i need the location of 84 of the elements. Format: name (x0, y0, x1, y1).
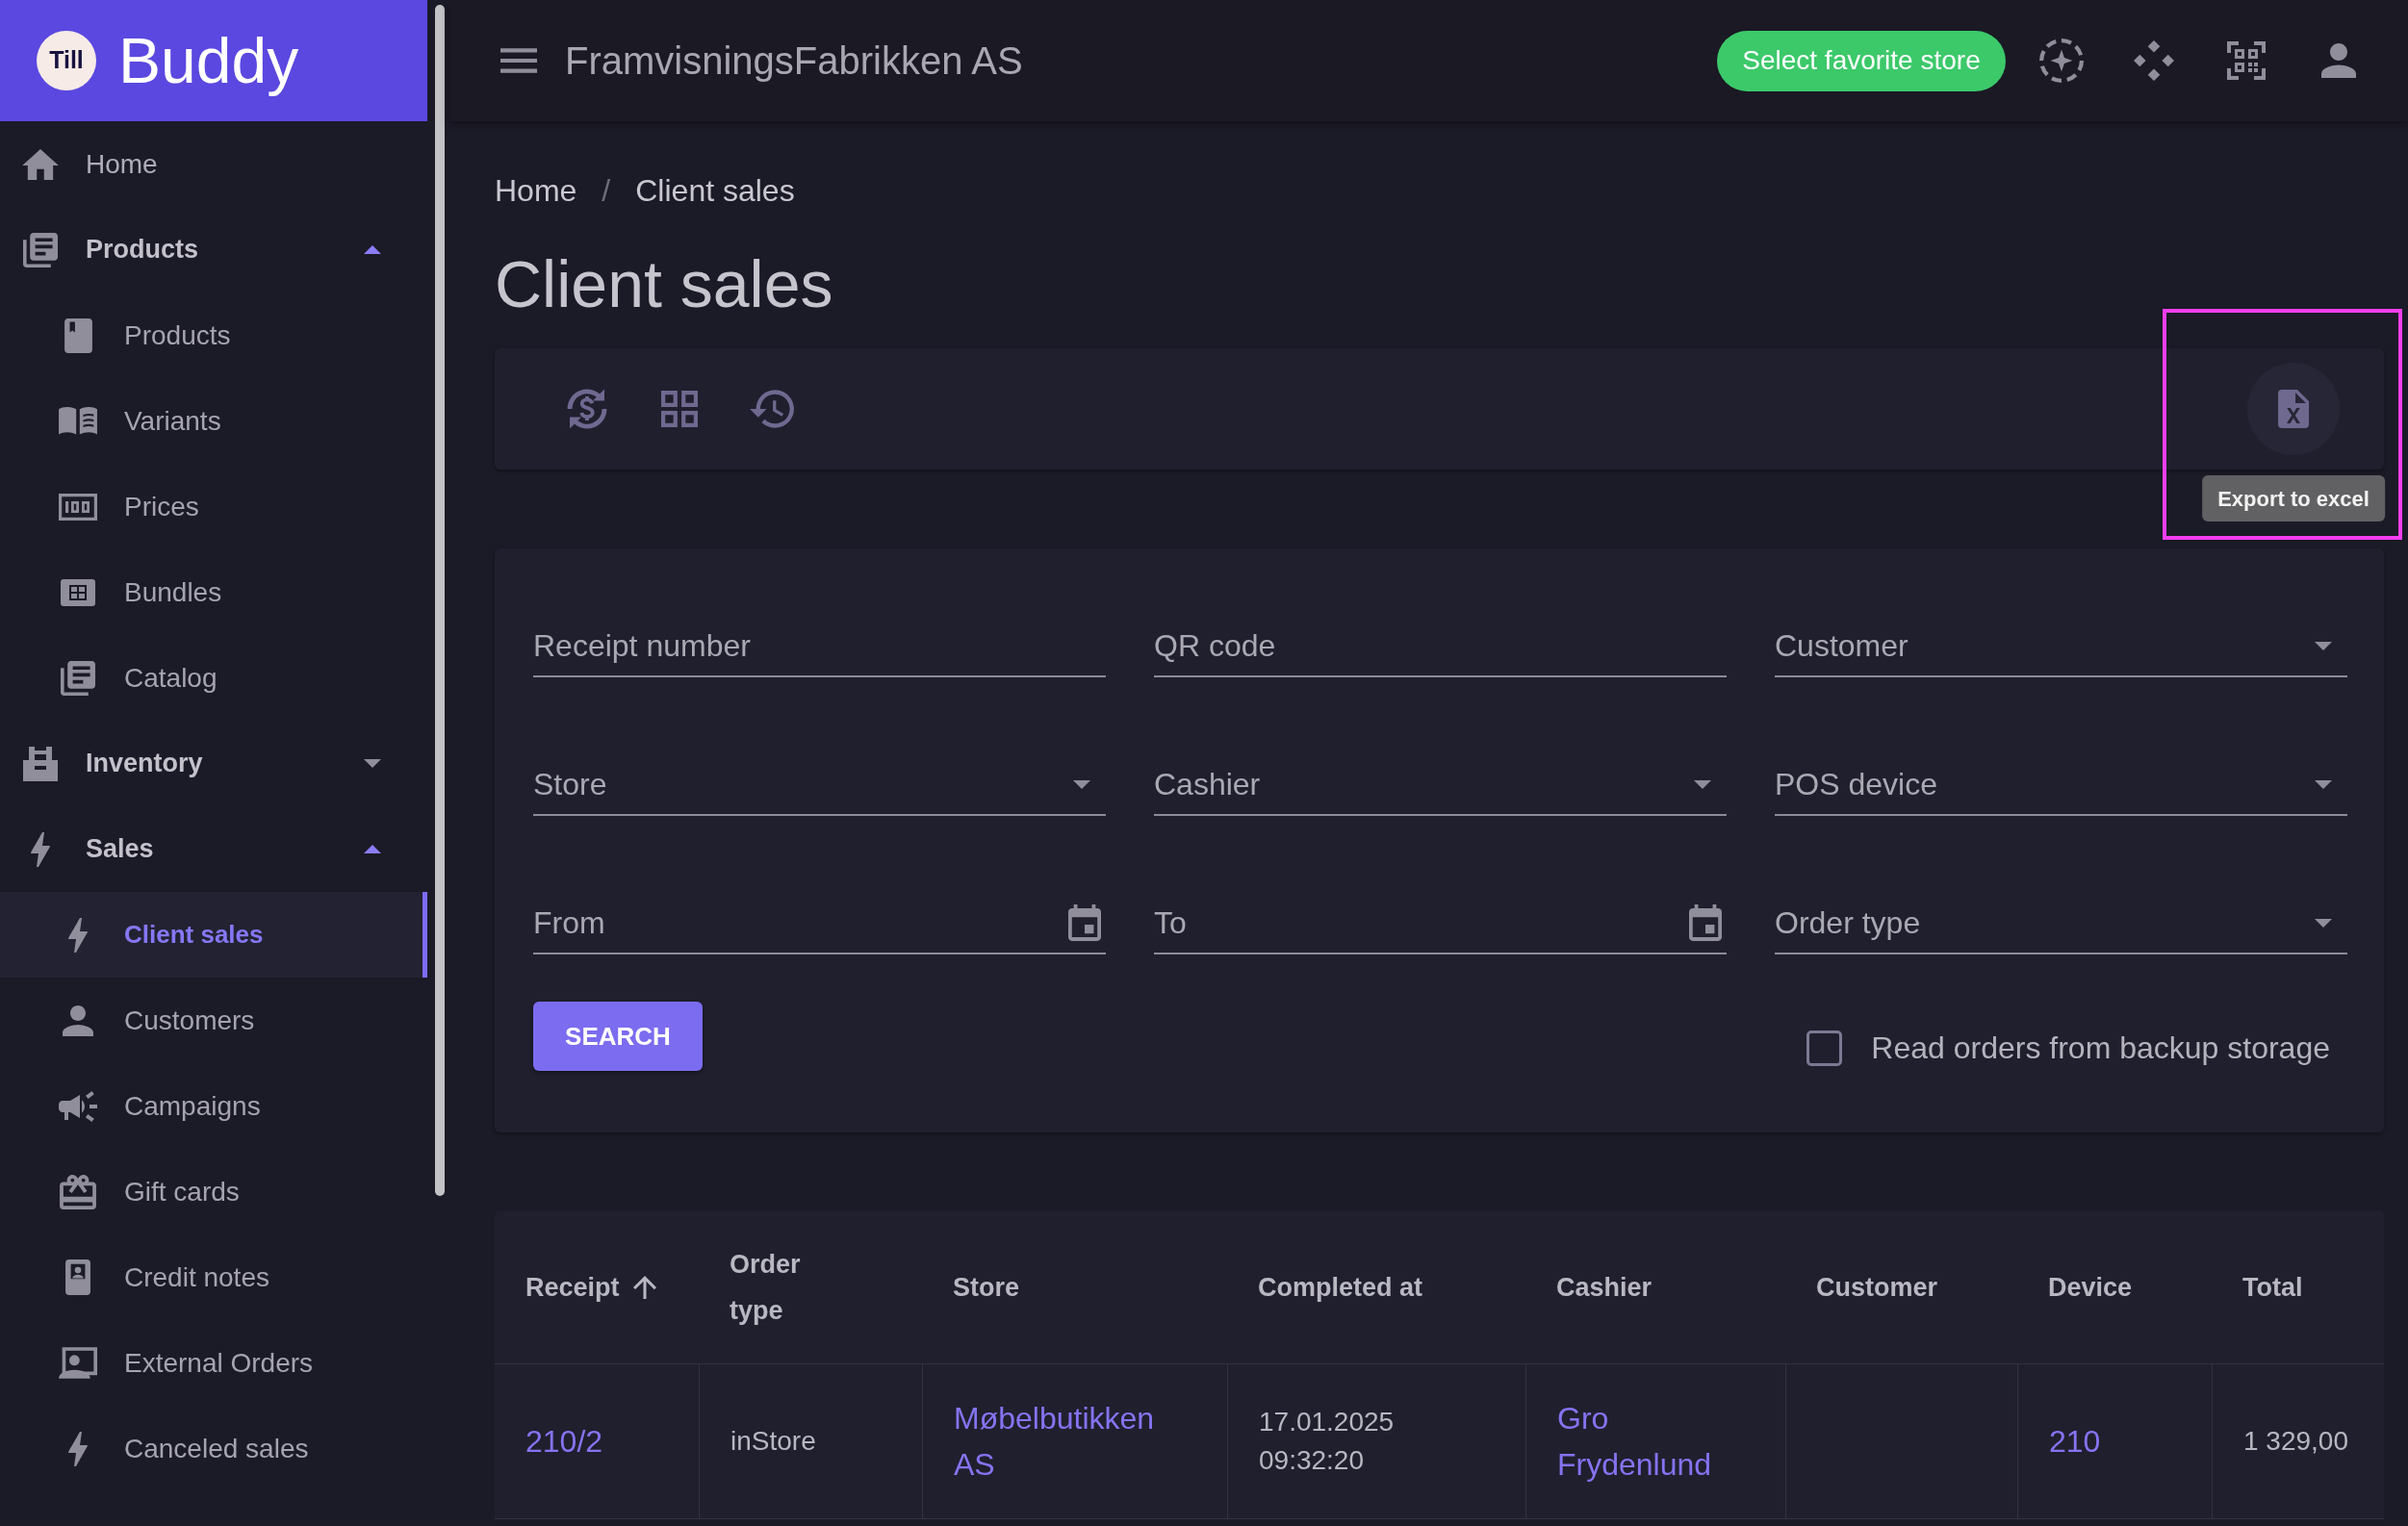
search-button[interactable]: SEARCH (533, 1002, 703, 1071)
gift-card-icon (60, 1174, 96, 1209)
sidebar-item[interactable]: Gift cards (0, 1149, 427, 1234)
spreadsheet-file-icon (2278, 390, 2309, 428)
select-field[interactable]: POS device (1775, 754, 2347, 816)
caret-down-icon (2315, 918, 2332, 928)
cell-text: inStore (730, 1425, 816, 1458)
sidebar-item[interactable]: Credit notes (0, 1234, 427, 1320)
sidebar-item[interactable]: External Orders (0, 1320, 427, 1406)
sidebar-item[interactable]: Customers (0, 978, 427, 1063)
grid-view-icon[interactable] (661, 391, 698, 427)
app-name: Buddy (118, 24, 299, 98)
sidebar-item[interactable]: Prices (0, 464, 427, 549)
home-icon (22, 148, 59, 180)
diamonds-icon[interactable] (2134, 40, 2174, 81)
id-card-icon (65, 1259, 90, 1295)
money-icon (59, 493, 97, 521)
qr-code-icon[interactable] (2227, 41, 2266, 80)
column-header[interactable]: Store (953, 1263, 1020, 1310)
company-name: FramvisningsFabrikken AS (565, 38, 1023, 84)
documents-icon (23, 232, 58, 267)
bolt-icon (68, 1431, 88, 1466)
breadcrumb-current: Client sales (635, 172, 795, 210)
sidebar-item[interactable]: Home (0, 121, 427, 207)
book-icon (64, 318, 92, 353)
history-icon[interactable] (750, 390, 794, 428)
caret-down-icon (2315, 641, 2332, 650)
date-field[interactable]: To (1154, 893, 1727, 954)
sidebar-item[interactable]: Products (0, 207, 427, 292)
cell-link[interactable]: 210/2 (525, 1418, 603, 1464)
column-header[interactable]: Receipt (525, 1263, 656, 1310)
megaphone-icon (59, 1090, 97, 1122)
sidebar-item[interactable]: Bundles (0, 549, 427, 635)
caret-down-icon (1694, 779, 1711, 789)
sidebar-item[interactable]: Canceled sales (0, 1406, 427, 1491)
sidebar-item[interactable]: Catalog (0, 635, 427, 721)
column-header[interactable]: Total (2242, 1263, 2303, 1310)
bolt-icon (68, 917, 88, 953)
cell-text: 17.01.2025 09:32:20 (1259, 1406, 1396, 1477)
column-header[interactable]: Cashier (1556, 1263, 1652, 1310)
select-field[interactable]: Store (533, 754, 1106, 816)
tooltip: Export to excel (2202, 475, 2385, 521)
cell-text: 1 329,00 (2243, 1425, 2348, 1458)
checkbox-label: Read orders from backup storage (1871, 1030, 2330, 1067)
column-header[interactable]: Customer (1816, 1263, 1938, 1310)
text-field[interactable]: QR code (1154, 616, 1727, 677)
open-book-icon (59, 407, 97, 435)
caret-down-icon (2315, 779, 2332, 789)
arrow-up-icon (632, 1275, 656, 1299)
sidebar-item[interactable]: Client sales (0, 892, 427, 978)
date-field[interactable]: From (533, 893, 1106, 954)
person-frame-icon (59, 1347, 97, 1379)
select-field[interactable]: Order type (1775, 893, 2347, 954)
select-field[interactable]: Customer (1775, 616, 2347, 677)
sidebar-item[interactable]: Sales (0, 806, 427, 892)
page-title: Client sales (495, 246, 834, 322)
menu-icon[interactable] (500, 48, 537, 73)
calendar-icon (1689, 904, 1722, 941)
cell-link[interactable]: Gro Frydenlund (1557, 1395, 1740, 1488)
breadcrumb-link[interactable]: Home (495, 167, 577, 214)
caret-down-icon (1073, 779, 1090, 789)
box-icon (23, 746, 58, 781)
grid-tile-icon (61, 578, 95, 606)
breadcrumb-separator: / (602, 172, 611, 210)
column-header[interactable]: Device (2048, 1263, 2133, 1310)
person-icon (63, 1005, 93, 1036)
sidebar-item[interactable]: Inventory (0, 721, 427, 806)
sidebar-item[interactable]: Products (0, 292, 427, 378)
cell-link[interactable]: Møbelbutikken AS (954, 1395, 1175, 1488)
text-field[interactable]: Receipt number (533, 616, 1106, 677)
checkbox[interactable] (1806, 1030, 1843, 1066)
column-header[interactable]: Order type (730, 1240, 835, 1334)
sparkle-ring-icon[interactable] (2039, 38, 2084, 83)
cell-link[interactable]: 210 (2049, 1418, 2101, 1464)
logo-mark: Till (37, 31, 96, 90)
bolt-icon (31, 831, 50, 867)
scrollbar-thumb[interactable] (435, 5, 445, 1196)
calendar-icon (1068, 904, 1101, 941)
select-field[interactable]: Cashier (1154, 754, 1727, 816)
account-icon[interactable] (2321, 43, 2356, 78)
sidebar-item[interactable]: Variants (0, 378, 427, 464)
documents-icon (61, 660, 95, 696)
column-header[interactable]: Completed at (1258, 1263, 1423, 1310)
sidebar-item[interactable]: Campaigns (0, 1063, 427, 1149)
